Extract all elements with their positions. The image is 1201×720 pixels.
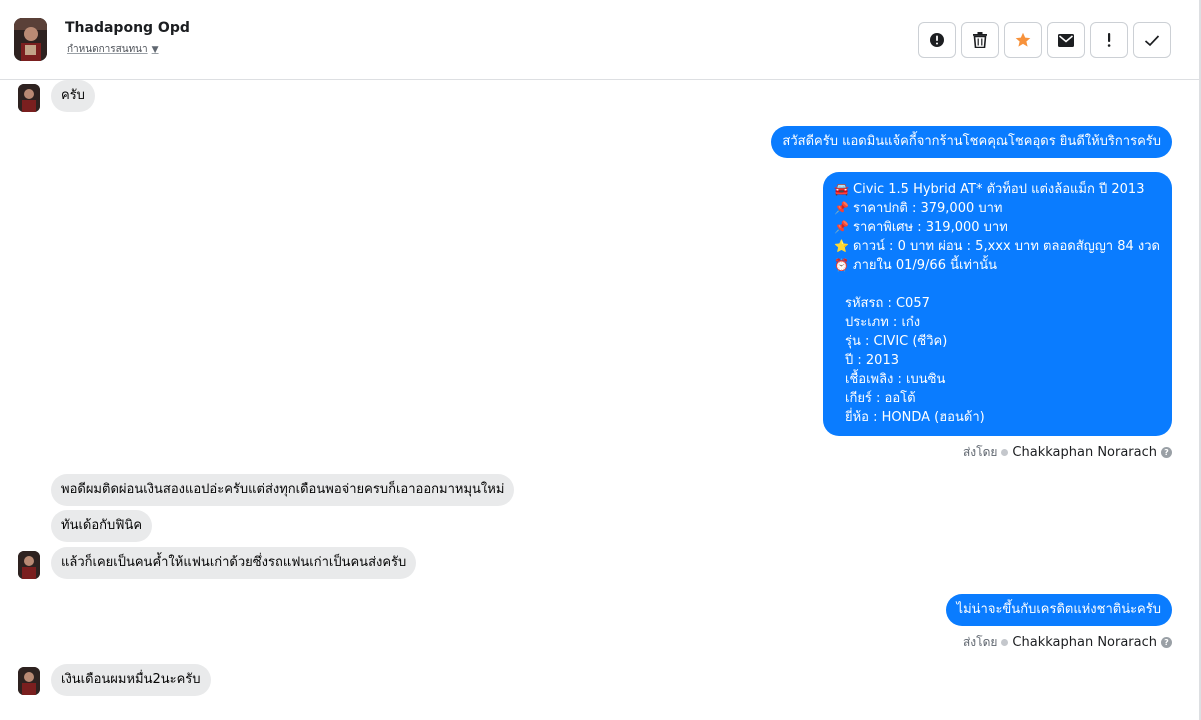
sent-by-label: ส่งโดย [962, 635, 998, 649]
sender-avatar-dot [1001, 639, 1009, 646]
incoming-message: พอดีผมติดผ่อนเงินสองแอปอ่ะครับแต่ส่งทุกเ… [51, 474, 515, 506]
message-line: รุ่น : CIVIC (ซีวิค) [845, 334, 948, 349]
envelope-icon [1058, 33, 1074, 47]
message-line: Civic 1.5 Hybrid AT* ตัวท็อป แต่งล้อแม็ก… [853, 182, 1145, 197]
incoming-message: ครับ [51, 80, 95, 112]
contact-name[interactable]: Thadapong Opd [65, 20, 190, 36]
message-line: ราคาปกติ : 379,000 บาท [853, 201, 1003, 216]
message-line: ดาวน์ : 0 บาท ผ่อน : 5,xxx บาท ตลอดสัญญา… [853, 239, 1160, 254]
incoming-message: ทันเด้อกับฟินิค [51, 510, 153, 542]
sender-avatar[interactable] [18, 667, 40, 695]
message-line: เชื้อเพลิง : เบนซิน [845, 372, 946, 387]
message-line: ปี : 2013 [845, 353, 899, 368]
sender-avatar-dot [1001, 449, 1009, 456]
sender-name[interactable]: Chakkaphan Norarach [1012, 445, 1157, 460]
message-line: ภายใน 01/9/66 นี้เท่านั้น [853, 258, 998, 273]
star-icon [1015, 32, 1031, 47]
sender-avatar[interactable] [18, 551, 40, 579]
car-emoji-icon: 🚘 [834, 182, 849, 196]
trash-icon [973, 32, 987, 48]
sent-by-info: ส่งโดย Chakkaphan Norarach ? [963, 633, 1172, 652]
star-emoji-icon: ⭐ [834, 239, 849, 253]
chevron-down-icon: ▼ [151, 44, 159, 55]
sender-name[interactable]: Chakkaphan Norarach [1012, 635, 1157, 650]
sender-avatar[interactable] [18, 84, 40, 112]
report-button[interactable] [918, 22, 956, 58]
message-line: ยี่ห้อ : HONDA (ฮอนด้า) [845, 410, 985, 425]
star-button[interactable] [1004, 22, 1042, 58]
contact-avatar[interactable] [14, 18, 47, 61]
pushpin-emoji-icon: 📌 [834, 220, 849, 234]
sent-by-label: ส่งโดย [962, 445, 998, 459]
exclamation-icon [1107, 33, 1111, 47]
message-line: ประเภท : เก๋ง [845, 315, 921, 330]
alert-circle-icon [930, 33, 944, 47]
conversation-label-text: กำหนดการสนทนา [67, 44, 148, 55]
delete-button[interactable] [961, 22, 999, 58]
pushpin-emoji-icon: 📌 [834, 201, 849, 215]
incoming-message: แล้วก็เคยเป็นคนค้ำให้แฟนเก่าด้วยซึ่งรถแฟ… [51, 547, 417, 579]
message-line: รหัสรถ : C057 [845, 296, 930, 311]
incoming-message: เงินเดือนผมหมื่น2นะครับ [51, 664, 211, 696]
important-button[interactable] [1090, 22, 1128, 58]
conversation-toolbar [918, 22, 1171, 58]
sent-by-info: ส่งโดย Chakkaphan Norarach ? [963, 443, 1172, 462]
conversation-header: Thadapong Opd กำหนดการสนทนา ▼ [0, 0, 1199, 80]
outgoing-message: สวัสดีครับ แอดมินแจ้คกี้จากร้านโชคคุณโชค… [771, 126, 1172, 158]
done-button[interactable] [1133, 22, 1171, 58]
check-icon [1144, 34, 1160, 46]
alarm-clock-emoji-icon: ⏰ [834, 258, 849, 272]
outgoing-message-car-details: 🚘 Civic 1.5 Hybrid AT* ตัวท็อป แต่งล้อแม็… [823, 172, 1172, 436]
message-line: เกียร์ : ออโต้ [845, 391, 916, 406]
help-icon[interactable]: ? [1161, 637, 1172, 648]
message-line: ราคาพิเศษ : 319,000 บาท [853, 220, 1008, 235]
conversation-label-dropdown[interactable]: กำหนดการสนทนา ▼ [67, 42, 159, 57]
help-icon[interactable]: ? [1161, 447, 1172, 458]
outgoing-message: ไม่น่าจะขึ้นกับเครดิตแห่งชาติน่ะครับ [945, 594, 1172, 626]
mark-unread-button[interactable] [1047, 22, 1085, 58]
